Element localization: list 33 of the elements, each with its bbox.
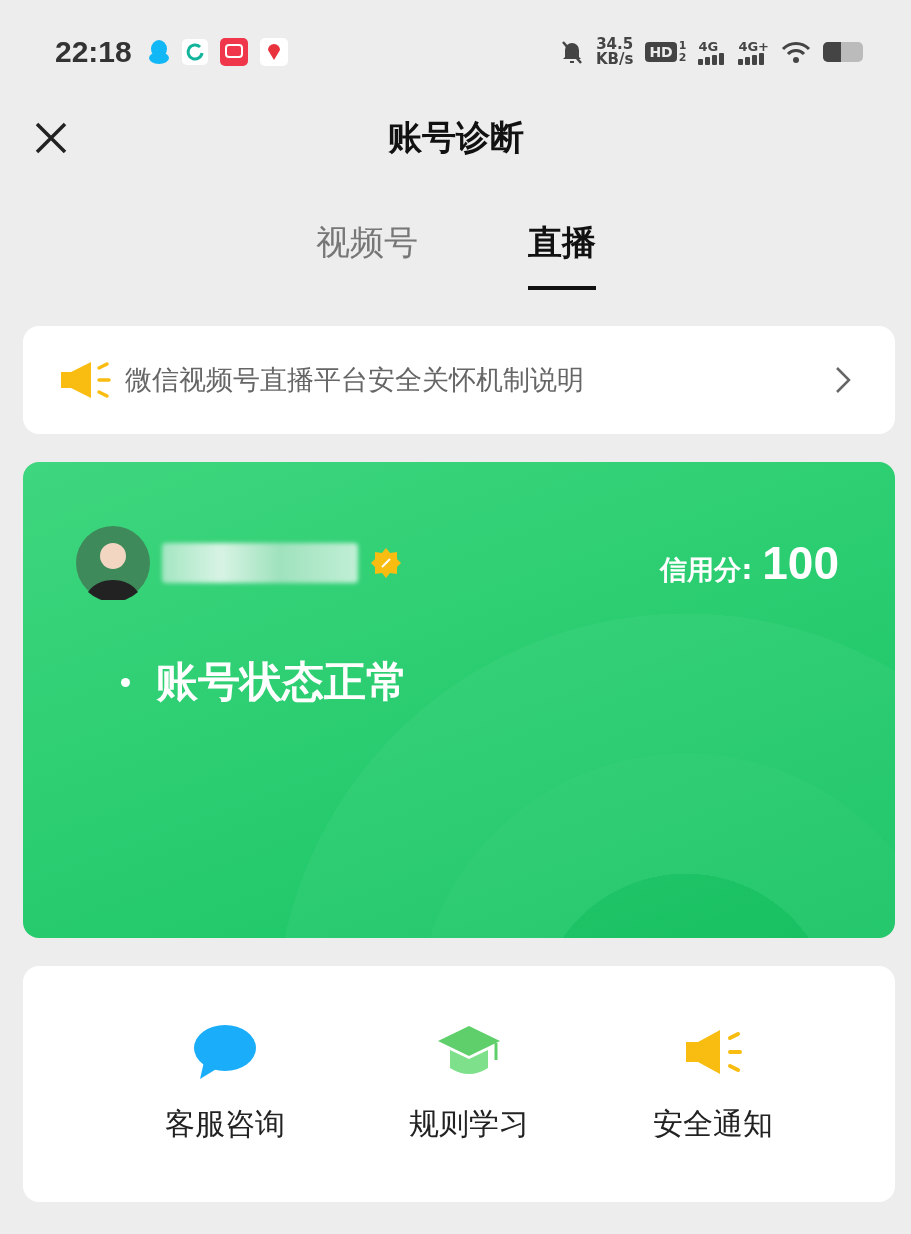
notice-card[interactable]: 微信视频号直播平台安全关怀机制说明: [23, 326, 895, 434]
verified-badge-icon: [370, 547, 402, 579]
action-button[interactable]: 规则学习: [347, 966, 591, 1202]
refresh-app-icon: [181, 39, 208, 65]
wifi-icon: [781, 40, 811, 64]
credit-label: 信用分:: [660, 553, 753, 587]
action-button[interactable]: 安全通知: [591, 966, 835, 1202]
speed-value: 34.5: [596, 37, 634, 52]
penguin-icon: [147, 39, 170, 65]
chevron-right-icon: [835, 366, 851, 394]
account-status: 账号状态正常: [156, 656, 408, 708]
sim-number: 1: [678, 40, 687, 52]
status-time: 22:18: [55, 35, 132, 69]
hd-badge: HD: [645, 42, 677, 62]
notice-text: 微信视频号直播平台安全关怀机制说明: [125, 363, 585, 397]
action-button[interactable]: 客服咨询: [103, 966, 347, 1202]
bell-muted-icon: [559, 39, 584, 65]
tab[interactable]: 视频号: [315, 210, 418, 290]
chat-bubble-icon: [192, 1023, 258, 1080]
credit-score: 100: [762, 536, 839, 590]
signal-icon: [738, 52, 767, 65]
speed-unit: KB/s: [595, 52, 634, 67]
map-pin-app-icon: [259, 38, 288, 66]
bullet-icon: [121, 677, 130, 687]
tab[interactable]: 直播: [527, 210, 596, 290]
close-icon[interactable]: [34, 121, 68, 155]
sim-number: 2: [678, 52, 687, 64]
signal-icon: [698, 52, 727, 65]
video-app-icon: [219, 38, 248, 66]
page-title: 账号诊断: [387, 116, 524, 159]
battery-icon: [823, 42, 863, 62]
network-type: 4G: [698, 39, 719, 53]
network-type: 4G+: [738, 39, 769, 53]
